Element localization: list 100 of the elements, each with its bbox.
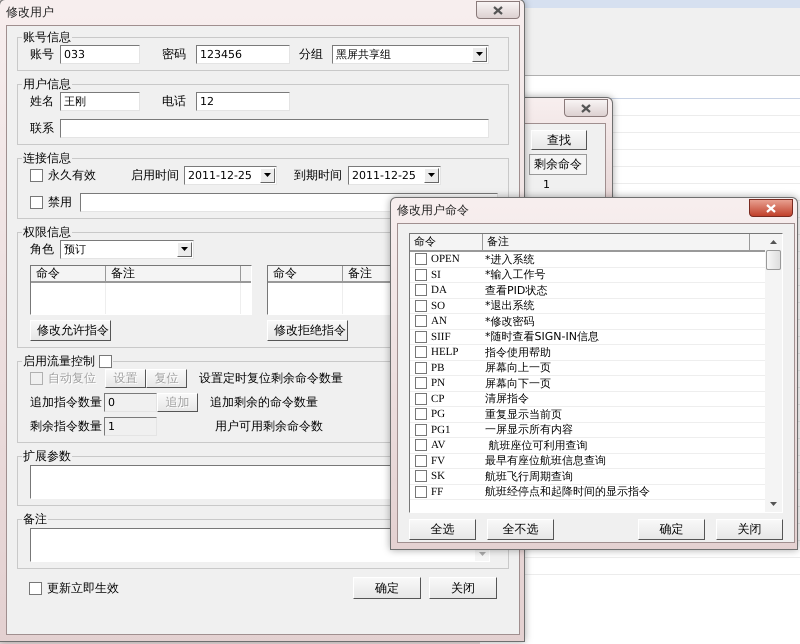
scroll-down-icon xyxy=(478,552,486,556)
row-checkbox[interactable] xyxy=(415,392,427,405)
row-checkbox[interactable] xyxy=(415,315,427,328)
close-button[interactable] xyxy=(564,99,608,117)
permanent-checkbox[interactable]: 永久有效 xyxy=(30,166,96,184)
select-none-button[interactable]: 全不选 xyxy=(487,519,554,540)
scroll-down-icon xyxy=(770,502,777,506)
window-title: 修改用户 xyxy=(6,4,55,21)
date-picker[interactable]: 2011-12-25 xyxy=(348,166,441,184)
row-checkbox[interactable] xyxy=(415,300,427,312)
ok-button[interactable]: 确定 xyxy=(353,577,421,599)
field-label: 剩余指令数量 xyxy=(30,418,103,434)
command-code: CP xyxy=(431,392,444,405)
disable-checkbox[interactable]: 禁用 xyxy=(30,194,72,210)
row-checkbox[interactable] xyxy=(415,439,427,452)
command-note: *退出系统 xyxy=(484,298,536,313)
account-field[interactable]: 033 xyxy=(60,44,140,64)
column-header: 备注 xyxy=(106,266,241,281)
command-code: FV xyxy=(431,454,446,467)
command-code: PG1 xyxy=(431,424,451,436)
group-dropdown[interactable]: 黑屏共享组 xyxy=(332,44,489,64)
close-button[interactable] xyxy=(476,1,520,19)
apply-now-checkbox[interactable]: 更新立即生效 xyxy=(29,580,119,596)
row-checkbox[interactable] xyxy=(415,408,427,420)
column-header: 备注 xyxy=(483,234,750,250)
row-checkbox[interactable] xyxy=(415,424,427,436)
role-dropdown[interactable]: 预订 xyxy=(60,240,194,258)
row-checkbox[interactable] xyxy=(415,268,427,281)
row-checkbox[interactable] xyxy=(415,330,427,343)
row-checkbox[interactable] xyxy=(415,454,427,467)
command-note: 重复显示当前页 xyxy=(484,407,563,422)
scrollbar[interactable] xyxy=(765,234,782,512)
close-icon xyxy=(581,104,591,112)
ok-button[interactable]: 确定 xyxy=(638,519,705,540)
date-picker[interactable]: 2011-12-25 xyxy=(184,166,277,184)
field-label: 启用时间 xyxy=(131,166,180,184)
edit-allowed-button[interactable]: 修改允许指令 xyxy=(30,320,111,341)
command-code: PG xyxy=(431,408,446,420)
command-note: 航班座位可利用查询 xyxy=(487,438,588,452)
close-dialog-button[interactable]: 关闭 xyxy=(716,519,783,540)
command-code: SIIF xyxy=(431,330,451,343)
find-button[interactable]: 查找 xyxy=(531,130,587,150)
command-note: 指令使用帮助 xyxy=(484,345,552,360)
row-checkbox[interactable] xyxy=(415,253,427,266)
field-label: 账号 xyxy=(30,46,55,62)
dropdown-arrow-icon xyxy=(476,52,483,56)
column-header: 剩余命令 xyxy=(533,156,583,173)
command-code: DA xyxy=(431,284,447,296)
close-icon xyxy=(766,204,776,212)
field-label: 追加指令数量 xyxy=(30,394,103,410)
group-title: 用户信息 xyxy=(22,77,72,91)
dropdown-arrow-icon xyxy=(264,173,271,177)
command-code: AN xyxy=(431,315,447,328)
command-code: SI xyxy=(431,268,441,281)
row-checkbox[interactable] xyxy=(415,362,427,374)
row-checkbox[interactable] xyxy=(415,377,427,390)
select-all-button[interactable]: 全选 xyxy=(409,519,476,540)
window-title: 修改用户命令 xyxy=(397,202,470,219)
row-checkbox[interactable] xyxy=(415,346,427,358)
command-note: 最早有座位航班信息查询 xyxy=(484,454,607,468)
dropdown-arrow-icon xyxy=(181,247,188,251)
group-title: 账号信息 xyxy=(22,30,72,44)
command-code: OPEN xyxy=(431,253,460,266)
command-note: 清屏指令 xyxy=(484,392,530,406)
field-label: 电话 xyxy=(162,92,187,110)
command-code: PB xyxy=(431,362,444,374)
command-note: 查看PID状态 xyxy=(484,283,548,298)
edit-denied-button[interactable]: 修改拒绝指令 xyxy=(267,320,348,341)
close-dialog-button[interactable]: 关闭 xyxy=(429,577,497,599)
table-cell: 1 xyxy=(543,178,550,191)
scroll-thumb[interactable] xyxy=(766,250,781,270)
phone-field[interactable]: 12 xyxy=(196,92,290,110)
close-button[interactable] xyxy=(749,199,793,217)
add-count-field[interactable]: 0 xyxy=(104,392,157,412)
command-note: *修改密码 xyxy=(484,314,536,328)
command-code: HELP xyxy=(431,346,458,358)
name-field[interactable]: 王刚 xyxy=(60,92,140,110)
command-note: 航班飞行周期查询 xyxy=(484,469,574,484)
group-title: 扩展参数 xyxy=(22,449,72,463)
field-label: 分组 xyxy=(299,46,324,62)
close-icon xyxy=(493,6,503,14)
password-field[interactable]: 123456 xyxy=(196,44,290,64)
dropdown-arrow-icon xyxy=(428,173,435,177)
command-code: AV xyxy=(431,439,446,452)
group-title: 权限信息 xyxy=(22,225,72,239)
flow-control-checkbox[interactable]: 启用流量控制 xyxy=(23,354,112,368)
description-text: 设置定时复位剩余命令数量 xyxy=(199,370,343,386)
group-title: 备注 xyxy=(22,512,48,526)
remaining-count-field[interactable]: 1 xyxy=(104,416,157,436)
row-checkbox[interactable] xyxy=(415,284,427,296)
contact-field[interactable] xyxy=(60,118,489,138)
command-note: *输入工作号 xyxy=(484,268,546,282)
field-label: 角色 xyxy=(30,240,55,258)
column-header: 命令 xyxy=(268,266,343,281)
row-checkbox[interactable] xyxy=(415,486,427,498)
command-code: SK xyxy=(431,470,446,482)
column-header: 命令 xyxy=(410,234,483,250)
column-header: 命令 xyxy=(31,266,106,281)
command-note: *进入系统 xyxy=(484,252,536,266)
row-checkbox[interactable] xyxy=(415,470,427,482)
